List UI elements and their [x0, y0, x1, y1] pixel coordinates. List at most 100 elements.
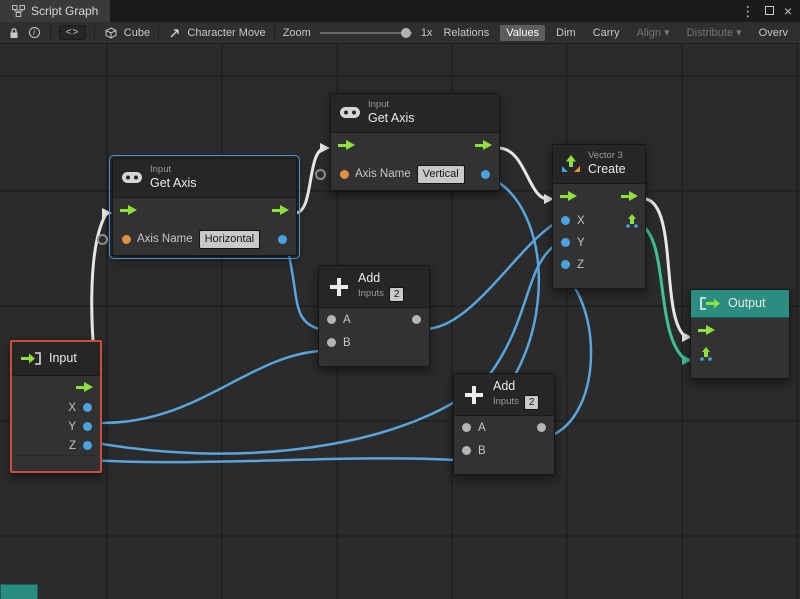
node-input[interactable]: Input X Y Z: [10, 340, 102, 473]
node-vector3-create[interactable]: Vector 3 Create X Y Z: [552, 144, 646, 289]
wire-vector3-to-output-flow[interactable]: [646, 199, 686, 337]
relations-button[interactable]: Relations: [437, 25, 495, 41]
toolbar-separator: [94, 26, 95, 40]
kebab-menu-icon[interactable]: ⋮: [741, 4, 755, 18]
inputs-count-field[interactable]: 2: [524, 395, 540, 410]
tab-script-graph[interactable]: Script Graph: [0, 0, 110, 22]
node-title: Create: [588, 162, 626, 177]
wire-input-z-to-add2-b[interactable]: [85, 458, 455, 462]
flow-in-port[interactable]: [120, 205, 137, 216]
zoom-slider-handle[interactable]: [401, 28, 411, 38]
lock-icon[interactable]: [6, 25, 21, 41]
vector3-z-input-port[interactable]: [561, 260, 570, 269]
input-icon: [21, 352, 41, 365]
flow-in-port[interactable]: [698, 325, 715, 336]
values-button[interactable]: Values: [500, 25, 545, 41]
inputs-label: Inputs: [493, 397, 519, 408]
flow-out-port[interactable]: [621, 191, 638, 202]
port-label-b: B: [478, 445, 486, 457]
node-footer: [12, 455, 100, 471]
node-footer: [553, 276, 645, 288]
script-graph-icon: [12, 5, 25, 17]
axis-name-label: Axis Name: [137, 233, 193, 245]
port-label-x: X: [577, 215, 585, 227]
port-label-b: B: [343, 337, 351, 349]
string-type-icon: [340, 170, 349, 179]
wire-input-x-to-add1-b[interactable]: [85, 351, 320, 423]
wire-arrowhead: [320, 143, 330, 153]
axis-name-field[interactable]: Vertical: [417, 165, 465, 183]
wire-getaxis-horizontal-to-getaxis-vertical-flow[interactable]: [295, 148, 326, 213]
dim-button[interactable]: Dim: [550, 25, 582, 41]
align-button[interactable]: Align ▾: [631, 24, 676, 41]
input-y-output-port[interactable]: [83, 422, 92, 431]
vector3-icon: [562, 155, 580, 173]
node-output[interactable]: Output: [690, 289, 790, 379]
output-value-input-port[interactable]: [699, 347, 713, 361]
add-a-input-port[interactable]: [462, 423, 471, 432]
axis-value-output-port[interactable]: [481, 170, 490, 179]
window-tab-bar: Script Graph ⋮ ×: [0, 0, 800, 22]
close-icon[interactable]: ×: [784, 4, 792, 18]
vector3-y-input-port[interactable]: [561, 238, 570, 247]
wire-add1-to-vector3-x[interactable]: [423, 224, 554, 329]
add-b-input-port[interactable]: [327, 338, 336, 347]
node-kind: Vector 3: [588, 151, 626, 162]
port-label-z: Z: [577, 259, 584, 271]
input-z-output-port[interactable]: [83, 441, 92, 450]
flow-out-port[interactable]: [475, 140, 492, 151]
cube-icon: [103, 25, 118, 41]
wire-getaxis-vertical-to-vector3-flow[interactable]: [498, 148, 548, 199]
zoom-slider[interactable]: [320, 32, 412, 34]
node-title: Add: [493, 379, 539, 394]
gamepad-icon: [122, 172, 142, 183]
add-a-input-port[interactable]: [327, 315, 336, 324]
axis-name-field[interactable]: Horizontal: [199, 230, 261, 248]
node-header: Output: [691, 290, 789, 318]
carry-button[interactable]: Carry: [587, 25, 626, 41]
overview-button[interactable]: Overv: [753, 25, 794, 41]
add-b-input-port[interactable]: [462, 446, 471, 455]
toolbar-separator: [274, 26, 275, 40]
code-view-button[interactable]: <>: [59, 25, 87, 40]
graph-canvas[interactable]: Input Get Axis Axis Name Vertical Input: [0, 44, 800, 599]
add-sum-output-port[interactable]: [537, 423, 546, 432]
info-icon[interactable]: i: [26, 25, 41, 41]
port-label-z: Z: [69, 440, 76, 452]
string-type-icon: [122, 235, 131, 244]
axis-name-input-port[interactable]: [315, 169, 326, 180]
node-get-axis-horizontal[interactable]: Input Get Axis Axis Name Horizontal: [112, 158, 297, 256]
vector3-x-input-port[interactable]: [561, 216, 570, 225]
node-header: Input Get Axis: [331, 94, 499, 133]
port-label-a: A: [343, 314, 351, 326]
input-x-output-port[interactable]: [83, 403, 92, 412]
flow-in-port[interactable]: [338, 140, 355, 151]
flow-out-port[interactable]: [272, 205, 289, 216]
partial-node-header[interactable]: [0, 584, 38, 599]
vector3-result-port[interactable]: [625, 214, 639, 228]
node-header: Add Inputs 2: [454, 374, 554, 416]
graph-toolbar: i <> Cube Character Move Zoom 1x Relatio…: [0, 22, 800, 44]
node-footer: [691, 366, 789, 378]
node-get-axis-vertical[interactable]: Input Get Axis Axis Name Vertical: [330, 93, 500, 191]
node-header: Vector 3 Create: [553, 145, 645, 184]
add-sum-output-port[interactable]: [412, 315, 421, 324]
port-label-y: Y: [68, 421, 76, 433]
maximize-icon[interactable]: [765, 2, 774, 20]
axis-value-output-port[interactable]: [278, 235, 287, 244]
flow-in-port[interactable]: [560, 191, 577, 202]
node-kind: Input: [368, 100, 415, 111]
node-add-2[interactable]: Add Inputs 2 A B: [453, 373, 555, 475]
node-title: Input: [49, 351, 77, 366]
node-header: Input: [12, 342, 100, 376]
breadcrumb-subgraph-name[interactable]: Character Move: [187, 27, 265, 39]
wire-vector3-result-to-output-value[interactable]: [640, 224, 686, 360]
flow-out-port[interactable]: [76, 382, 93, 393]
node-header: Add Inputs 2: [319, 266, 429, 308]
axis-name-label: Axis Name: [355, 168, 411, 180]
inputs-count-field[interactable]: 2: [389, 287, 405, 302]
axis-name-input-port[interactable]: [97, 234, 108, 245]
distribute-button[interactable]: Distribute ▾: [681, 24, 748, 41]
breadcrumb-graph-name[interactable]: Cube: [124, 27, 150, 39]
node-add-1[interactable]: Add Inputs 2 A B: [318, 265, 430, 367]
